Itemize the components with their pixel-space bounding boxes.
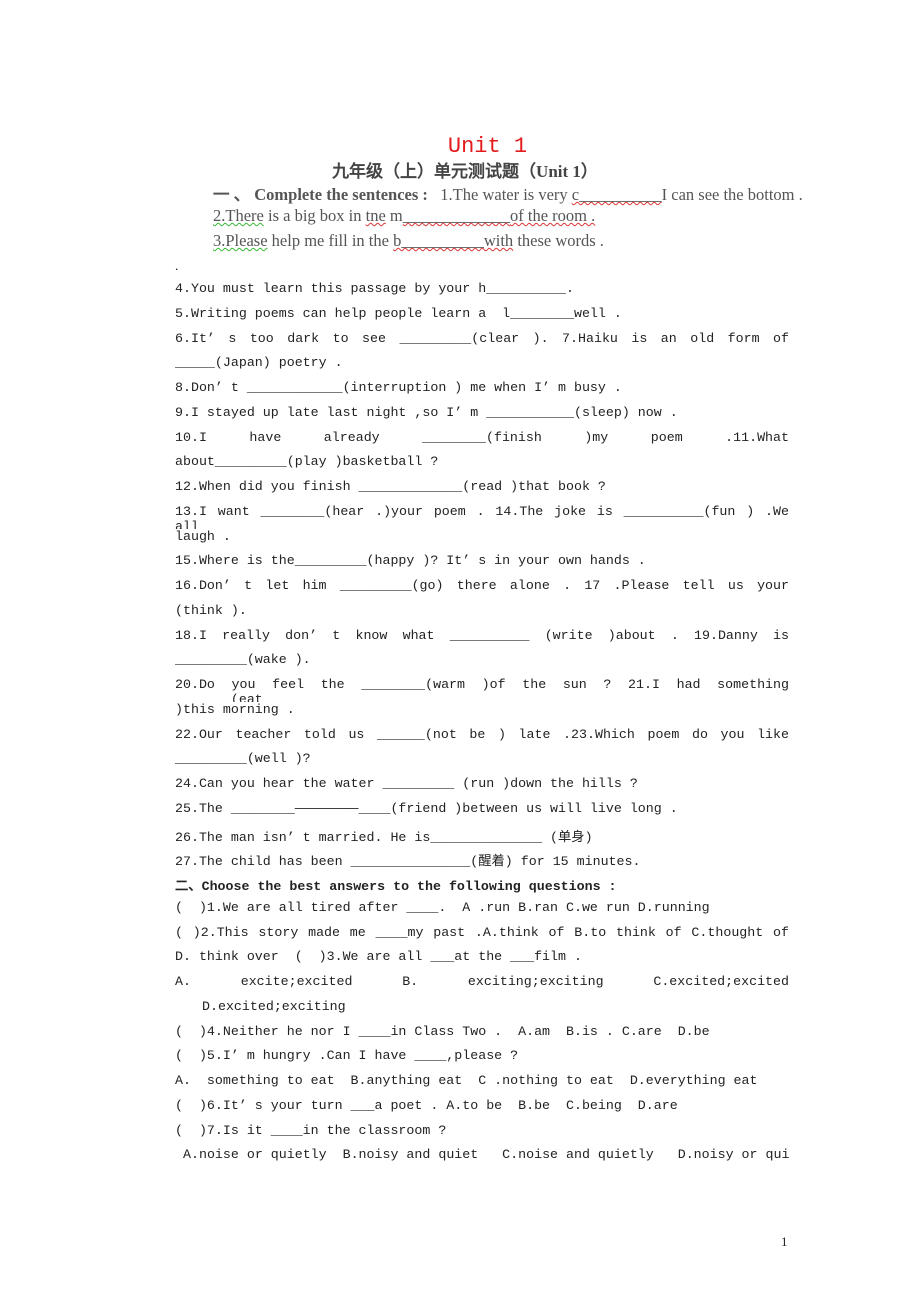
exercise-body: 4.You must learn this passage by your h_… <box>175 281 789 1172</box>
exercise-line: 22.Our teacher told us ______(not be ) l… <box>175 726 789 742</box>
exercise-line: ( )4.Neither he nor I ____in Class Two .… <box>175 1023 710 1039</box>
exercise-line: 20.Do you feel the ________(warm )of the… <box>175 677 789 702</box>
exercise-line: 9.I stayed up late last night ,so I’ m _… <box>175 404 678 420</box>
q2-text: is a big box in <box>263 206 366 225</box>
q3-number: 3.Please <box>213 231 268 250</box>
q1-blank: c__________ <box>571 185 662 204</box>
question-3-line: 3.Please help me fill in the b__________… <box>213 231 604 251</box>
exercise-line: laugh . <box>175 528 231 544</box>
exercise-line: 24.Can you hear the water _________ (run… <box>175 776 638 791</box>
exercise-line: _________(well )? <box>175 751 311 767</box>
exercise-line: _____(Japan) poetry . <box>175 355 343 371</box>
exercise-line: D.excited;exciting <box>202 998 346 1014</box>
document-title: Unit 1 <box>447 134 528 159</box>
section-1-heading: 一 、 Complete the sentences : <box>213 185 428 204</box>
exercise-line: A. something to eat B.anything eat C .no… <box>175 1073 758 1088</box>
exercise-line: ( )1.We are all tired after ____. A .run… <box>175 899 710 915</box>
exercise-line: 27.The child has been _______________(醒着… <box>175 854 641 870</box>
q1-text-end: I can see the bottom . <box>661 185 803 204</box>
q2-text-end: of the room . <box>510 206 596 225</box>
exercise-line: D. think over ( )3.We are all ___at the … <box>175 949 582 965</box>
page-number: 1 <box>781 1234 788 1249</box>
exercise-line: 18.I really don’ t know what __________ … <box>175 627 789 643</box>
exercise-line: 15.Where is the_________(happy )? It’ s … <box>175 553 646 569</box>
q2-number: 2.There <box>213 206 264 225</box>
exercise-line: )this morning . <box>175 701 295 717</box>
stray-dot: . <box>175 258 179 273</box>
q3-text: help me fill in the <box>267 231 394 250</box>
exercise-line: A. excite;excited B. exciting;exciting C… <box>175 974 789 989</box>
exercise-line: 5.Writing poems can help people learn a … <box>175 305 622 321</box>
exercise-line: about_________(play )basketball ? <box>175 454 439 470</box>
q3-text-end: these words . <box>513 231 604 250</box>
section-2-heading: 二、Choose the best answers to the followi… <box>175 879 617 894</box>
question-2-line: 2.There is a big box in tne m___________… <box>213 206 595 226</box>
exercise-line: ( )2.This story made me ____my past .A.t… <box>175 924 789 940</box>
exercise-line: ( )6.It’ s your turn ___a poet . A.to be… <box>175 1097 678 1113</box>
exercise-line: 6.It’ s too dark to see _________(clear … <box>175 330 789 346</box>
exercise-line: 25.The ________————————____(friend )betw… <box>175 800 678 816</box>
exercise-line: _________(wake ). <box>175 652 311 668</box>
exercise-line: ( )5.I’ m hungry .Can I have ____,please… <box>175 1048 519 1064</box>
exercise-line: 4.You must learn this passage by your h_… <box>175 281 574 296</box>
exercise-line: 8.Don’ t ____________(interruption ) me … <box>175 380 622 395</box>
exercise-line: (think ). <box>175 602 247 618</box>
exercise-line: 16.Don’ t let him _________(go) there al… <box>175 578 789 603</box>
q2-typo: tne <box>365 206 386 225</box>
exercise-line: 13.I want ________(hear .)your poem . 14… <box>175 503 789 529</box>
exercise-line: 26.The man isn’ t married. He is________… <box>175 829 593 845</box>
exercise-line: A.noise or quietly B.noisy and quiet C.n… <box>183 1147 789 1163</box>
question-1-line: 一 、 Complete the sentences : 1.The water… <box>213 181 803 205</box>
q2-letter: m <box>385 206 403 225</box>
q3-blank: b__________with <box>393 231 514 250</box>
q2-blank: _____________ <box>402 206 510 225</box>
document-subtitle: 九年级（上）单元测试题（Unit 1） <box>332 162 598 181</box>
exercise-line: 10.I have already ________(finish )my po… <box>175 429 789 445</box>
exercise-line: ( )7.Is it ____in the classroom ? <box>175 1122 447 1138</box>
q1-text: 1.The water is very <box>440 185 572 204</box>
exercise-line: 12.When did you finish _____________(rea… <box>175 479 606 494</box>
